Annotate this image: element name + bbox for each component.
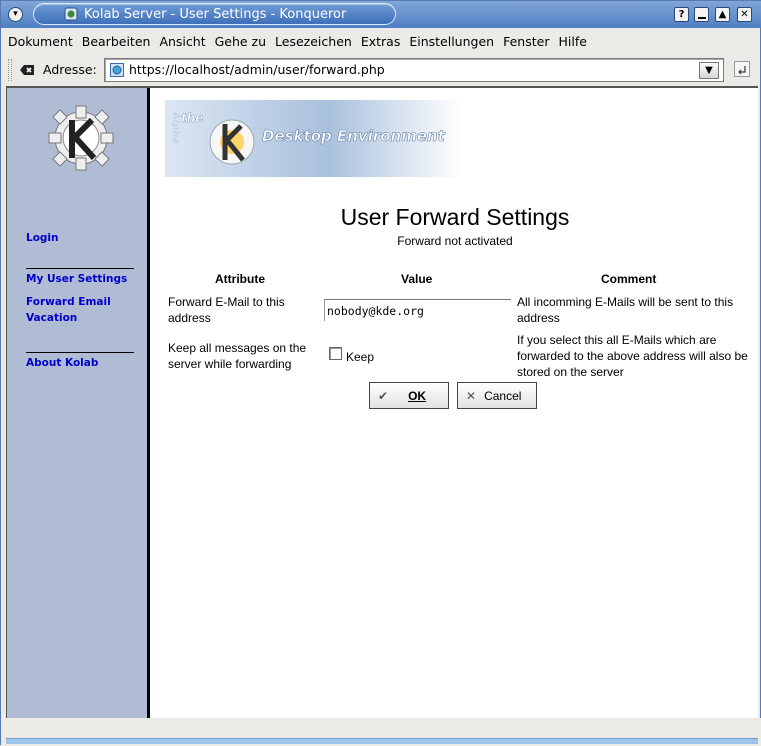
banner-desktop-environment: Desktop Environment bbox=[262, 127, 446, 145]
check-icon: ✔ bbox=[378, 388, 389, 403]
address-url: https://localhost/admin/user/forward.php bbox=[129, 62, 385, 77]
window-menu-icon[interactable]: ▾ bbox=[8, 7, 23, 22]
title-pill: Kolab Server - User Settings - Konqueror bbox=[33, 3, 396, 25]
sidebar-link-about-kolab[interactable]: About Kolab bbox=[26, 357, 98, 369]
attr-forward-email: Forward E-Mail to this address bbox=[168, 295, 285, 325]
go-icon[interactable] bbox=[734, 61, 750, 77]
keep-checkbox[interactable] bbox=[329, 347, 342, 360]
maximize-button[interactable]: ▲ bbox=[715, 7, 730, 22]
kolab-sidebar: Login My User Settings Forward Email Vac… bbox=[7, 88, 150, 718]
cancel-label: Cancel bbox=[484, 388, 522, 403]
close-button[interactable]: ✕ bbox=[737, 7, 752, 22]
window-title: Kolab Server - User Settings - Konqueror bbox=[84, 7, 347, 22]
menu-bearbeiten[interactable]: Bearbeiten bbox=[82, 34, 151, 49]
attr-keep-messages: Keep all messages on the server while fo… bbox=[168, 341, 307, 371]
sidebar-link-my-user-settings[interactable]: My User Settings bbox=[26, 273, 127, 285]
banner-alpha: Alpha bbox=[170, 111, 181, 144]
comment-keep-messages: If you select this all E-Mails which are… bbox=[517, 333, 748, 379]
sidebar-divider bbox=[26, 268, 134, 269]
konqueror-icon bbox=[64, 7, 78, 21]
main-panel: Alpha the Desktop Environment User Forwa… bbox=[153, 88, 757, 718]
title-bar[interactable]: ▾ Kolab Server - User Settings - Konquer… bbox=[1, 1, 761, 28]
banner-the: the bbox=[181, 111, 203, 125]
menu-dokument[interactable]: Dokument bbox=[8, 34, 73, 49]
minimize-button[interactable] bbox=[694, 7, 709, 22]
sidebar-link-forward-email[interactable]: Forward Email bbox=[26, 296, 111, 308]
sidebar-link-login[interactable]: Login bbox=[26, 232, 59, 244]
keep-checkbox-label[interactable]: Keep bbox=[346, 349, 374, 365]
web-content: Login My User Settings Forward Email Vac… bbox=[6, 86, 758, 718]
page-title: User Forward Settings bbox=[340, 204, 570, 230]
address-dropdown-icon[interactable]: ▼ bbox=[699, 62, 719, 79]
location-toolbar: Adresse: https://localhost/admin/user/fo… bbox=[1, 55, 761, 85]
menu-bar: Dokument Bearbeiten Ansicht Gehe zu Lese… bbox=[1, 29, 761, 53]
column-header-attribute: Attribute bbox=[215, 272, 265, 286]
clear-location-icon[interactable] bbox=[19, 64, 35, 76]
cancel-button[interactable]: ✕ Cancel bbox=[457, 382, 537, 409]
address-label: Adresse: bbox=[43, 62, 97, 77]
comment-forward-email: All incomming E-Mails will be sent to th… bbox=[517, 295, 734, 325]
window-bottom-border bbox=[6, 738, 758, 744]
menu-fenster[interactable]: Fenster bbox=[503, 34, 549, 49]
menu-gehe-zu[interactable]: Gehe zu bbox=[215, 34, 266, 49]
address-input[interactable]: https://localhost/admin/user/forward.php… bbox=[104, 58, 724, 82]
menu-hilfe[interactable]: Hilfe bbox=[558, 34, 586, 49]
menu-extras[interactable]: Extras bbox=[361, 34, 401, 49]
forward-email-input[interactable] bbox=[324, 299, 511, 321]
page-favicon-icon bbox=[110, 63, 124, 77]
ok-button[interactable]: ✔ OK bbox=[369, 382, 449, 409]
menu-lesezeichen[interactable]: Lesezeichen bbox=[275, 34, 352, 49]
forward-status: Forward not activated bbox=[397, 234, 513, 248]
sidebar-link-vacation[interactable]: Vacation bbox=[26, 312, 77, 324]
sidebar-divider bbox=[26, 352, 134, 353]
kde-banner-graphic: Alpha the Desktop Environment bbox=[170, 111, 446, 165]
column-header-value: Value bbox=[401, 272, 433, 286]
toolbar-grip[interactable] bbox=[8, 59, 12, 81]
help-button[interactable]: ? bbox=[674, 7, 689, 22]
browser-window: ▾ Kolab Server - User Settings - Konquer… bbox=[0, 0, 761, 746]
column-header-comment: Comment bbox=[601, 272, 657, 286]
kde-banner: Alpha the Desktop Environment bbox=[165, 100, 462, 177]
menu-ansicht[interactable]: Ansicht bbox=[159, 34, 205, 49]
kde-gear-logo-icon bbox=[48, 105, 114, 171]
menu-einstellungen[interactable]: Einstellungen bbox=[409, 34, 494, 49]
ok-label: OK bbox=[408, 388, 427, 403]
x-icon: ✕ bbox=[466, 388, 477, 403]
